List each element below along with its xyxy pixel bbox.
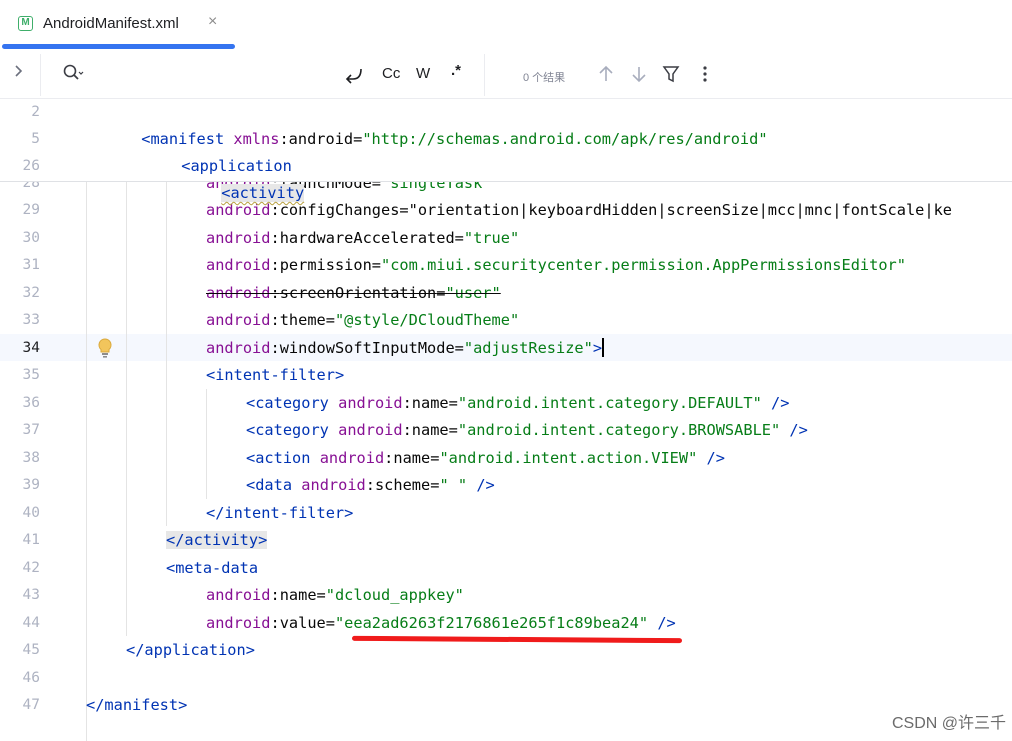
lightbulb-icon[interactable] [96, 337, 114, 359]
whole-words-button[interactable]: W [416, 65, 430, 82]
code-line-40[interactable]: </intent-filter> [206, 500, 353, 527]
next-occurrence-icon[interactable] [629, 64, 649, 84]
code-text: android:screenOrientation="user" [206, 284, 501, 302]
editor-tab-bar: M AndroidManifest.xml × [0, 0, 1012, 51]
manifest-file-icon: M [18, 16, 33, 31]
line-number: 2 [31, 104, 40, 120]
code-text: <data android:scheme=" " /> [246, 476, 495, 494]
search-history-icon[interactable] [62, 62, 84, 84]
separator [40, 54, 41, 96]
filter-icon[interactable] [661, 64, 681, 84]
code-line-41[interactable]: </activity> [166, 527, 268, 554]
code-text: android:windowSoftInputMode="adjustResiz… [206, 339, 603, 357]
code-line-39[interactable]: <data android:scheme=" " /> [246, 472, 495, 499]
line-number: 41 [22, 532, 40, 548]
code-text: android:name="dcloud_appkey" [206, 586, 464, 604]
code-line-43[interactable]: android:name="dcloud_appkey" [206, 582, 464, 609]
code-line-37[interactable]: <category android:name="android.intent.c… [246, 417, 808, 444]
line-number: 36 [22, 395, 40, 411]
code-line-34[interactable]: android:windowSoftInputMode="adjustResiz… [206, 335, 605, 362]
code-text: android:value="eea2ad6263f2176861e265f1c… [206, 614, 676, 632]
sticky-line-manifest[interactable]: <manifest xmlns:android="http://schemas.… [86, 99, 767, 148]
line-number: 32 [22, 285, 40, 301]
code-text: </intent-filter> [206, 504, 354, 522]
code-text: android:hardwareAccelerated="true" [206, 229, 520, 247]
line-number: 47 [22, 697, 40, 713]
code-line-32[interactable]: android:screenOrientation="user" [206, 280, 501, 307]
sticky-line-application[interactable]: <application [126, 126, 292, 175]
line-number: 38 [22, 450, 40, 466]
line-number: 46 [22, 670, 40, 686]
code-line-44[interactable]: android:value="eea2ad6263f2176861e265f1c… [206, 610, 676, 637]
find-bar: Cc W .* 0 个结果 [0, 50, 1012, 99]
line-number: 43 [22, 587, 40, 603]
code-text: <category android:name="android.intent.c… [246, 421, 808, 439]
line-number: 31 [22, 257, 40, 273]
line-number: 37 [22, 422, 40, 438]
line-number: 5 [31, 131, 40, 147]
line-number: 33 [22, 312, 40, 328]
code-text: </activity> [166, 531, 268, 549]
tab-label: AndroidManifest.xml [43, 15, 179, 32]
line-number: 26 [22, 158, 40, 174]
code-line-38[interactable]: <action android:name="android.intent.act… [246, 445, 725, 472]
indent-guide [126, 181, 127, 636]
watermark: CSDN @许三千 [891, 715, 1006, 732]
code-line-42[interactable]: <meta-data [166, 555, 258, 582]
new-line-icon[interactable] [343, 65, 365, 89]
match-case-button[interactable]: Cc [382, 65, 400, 82]
line-number: 39 [22, 477, 40, 493]
code-text: <meta-data [166, 559, 259, 577]
code-text: <category android:name="android.intent.c… [246, 394, 790, 412]
line-number: 44 [22, 615, 40, 631]
code-editor[interactable]: 28 android:launchMode="singleTask" 2 <ma… [0, 99, 1012, 741]
code-line-45[interactable]: </application> [126, 637, 255, 664]
line-number: 45 [22, 642, 40, 658]
more-options-icon[interactable] [695, 64, 715, 84]
code-text: <activity [221, 184, 305, 202]
code-line-35[interactable]: <intent-filter> [206, 362, 344, 389]
indent-guide [206, 389, 207, 499]
code-line-30[interactable]: android:hardwareAccelerated="true" [206, 225, 519, 252]
code-text: android:theme="@style/DCloudTheme" [206, 311, 520, 329]
line-number: 29 [22, 202, 40, 218]
line-number: 42 [22, 560, 40, 576]
close-tab-icon[interactable]: × [208, 13, 217, 31]
code-line-36[interactable]: <category android:name="android.intent.c… [246, 390, 789, 417]
line-number: 30 [22, 230, 40, 246]
indent-guide [86, 181, 87, 741]
separator [484, 54, 485, 96]
line-number: 35 [22, 367, 40, 383]
line-number: 34 [22, 340, 40, 356]
code-line-31[interactable]: android:permission="com.miui.securitycen… [206, 252, 906, 279]
text-caret [602, 338, 605, 357]
code-text: android:configChanges="orientation|keybo… [206, 201, 953, 219]
code-text: <intent-filter> [206, 366, 345, 384]
code-text: <action android:name="android.intent.act… [246, 449, 725, 467]
code-text: </manifest> [86, 696, 188, 714]
red-underline-annotation [351, 635, 683, 644]
expand-replace-icon[interactable] [14, 64, 24, 82]
line-number: 40 [22, 505, 40, 521]
active-tab-indicator [2, 44, 235, 49]
sticky-scroll-header[interactable]: 2 <manifest xmlns:android="http://schema… [0, 99, 1012, 202]
tab-android-manifest[interactable]: M AndroidManifest.xml × [0, 0, 236, 50]
code-text: </application> [126, 641, 255, 659]
code-line-33[interactable]: android:theme="@style/DCloudTheme" [206, 307, 519, 334]
regex-button[interactable]: .* [451, 62, 461, 79]
sticky-line-activity[interactable]: <activity [166, 153, 305, 202]
code-line-29[interactable]: android:configChanges="orientation|keybo… [206, 197, 952, 224]
code-text: android:permission="com.miui.securitycen… [206, 256, 906, 274]
code-line-47[interactable]: </manifest> [86, 692, 187, 719]
previous-occurrence-icon[interactable] [596, 64, 616, 84]
search-result-count: 0 个结果 [523, 72, 566, 84]
